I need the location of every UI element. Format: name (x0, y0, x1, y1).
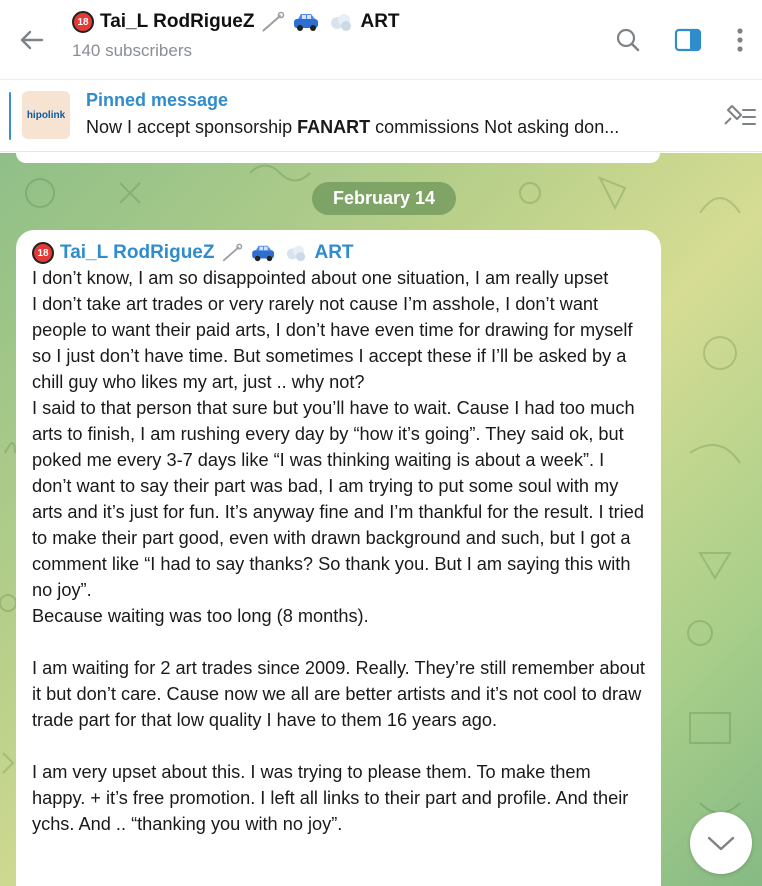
smoke-puff-icon (331, 14, 352, 31)
pinned-list-button[interactable] (718, 100, 758, 132)
pinned-title: Pinned message (86, 90, 229, 110)
pin-list-icon (724, 105, 756, 125)
more-vertical-icon (737, 28, 743, 52)
pinned-text-end: commissions Not asking don... (370, 117, 620, 137)
age-badge: 18 (72, 11, 94, 33)
channel-suffix: ART (360, 11, 400, 32)
car-icon (252, 245, 275, 262)
back-arrow-icon (20, 30, 44, 50)
channel-title: 18 Tai_L RodRigueZ ART (72, 11, 400, 33)
sender-suffix: ART (314, 242, 354, 263)
channel-info[interactable]: 18 Tai_L RodRigueZ ART 140 subscribers (72, 11, 400, 61)
car-icon (294, 14, 319, 31)
chat-header: 18 Tai_L RodRigueZ ART 140 subscribers (0, 0, 762, 80)
pinned-message-bar[interactable]: hipolink Pinned message Now I accept spo… (0, 80, 762, 152)
sidebar-toggle-icon (674, 28, 702, 52)
sender-name: Tai_L RodRigueZ (60, 242, 215, 263)
pinned-thumb-text: hipolink (26, 109, 66, 121)
date-separator: February 14 (312, 182, 456, 215)
smoke-puff-icon (287, 245, 306, 262)
more-button[interactable] (722, 22, 758, 58)
message-bubble[interactable]: 18 Tai_L RodRigueZ ART I don’t know, I a… (16, 230, 661, 886)
subscriber-count: 140 subscribers (72, 41, 193, 60)
back-button[interactable] (14, 22, 50, 58)
pinned-text-start: Now I accept sponsorship (86, 117, 298, 137)
sender-age-badge: 18 (32, 242, 54, 264)
pinned-text-bold: FANART (297, 117, 371, 137)
message-text: I don’t know, I am so disappointed about… (32, 268, 645, 834)
message-sender[interactable]: 18 Tai_L RodRigueZ ART (32, 240, 645, 266)
safety-pin-icon (223, 243, 243, 262)
search-button[interactable] (610, 22, 646, 58)
previous-message-bubble (16, 153, 660, 163)
scroll-to-bottom-button[interactable] (690, 812, 752, 874)
safety-pin-icon (262, 11, 285, 32)
pinned-preview: Now I accept sponsorship FANART commissi… (86, 117, 686, 138)
pinned-indicator (9, 92, 11, 140)
channel-name: Tai_L RodRigueZ (100, 11, 255, 32)
chevron-down-icon (707, 836, 735, 851)
pinned-thumbnail: hipolink (22, 91, 70, 139)
search-icon (616, 28, 640, 52)
sidebar-toggle-button[interactable] (670, 22, 706, 58)
